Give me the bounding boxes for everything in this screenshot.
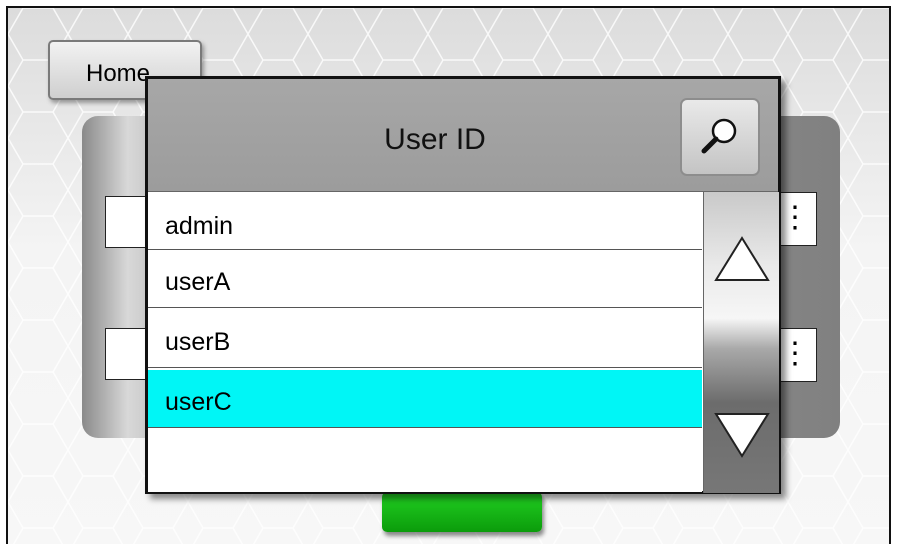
list-item-admin[interactable]: admin: [148, 192, 702, 250]
list-item-label: userB: [165, 328, 231, 356]
search-button[interactable]: [680, 98, 760, 176]
list-item-label: userA: [165, 268, 231, 296]
confirm-button[interactable]: [382, 492, 542, 532]
magnifier-icon: [701, 118, 737, 154]
dialog-title: User ID: [384, 123, 486, 156]
list-item-userc[interactable]: userC: [148, 370, 702, 428]
list-item-usera[interactable]: userA: [148, 250, 702, 308]
triangle-up-icon: [713, 236, 770, 281]
scroll-down-button[interactable]: [704, 390, 779, 480]
list-item-empty[interactable]: [148, 430, 702, 488]
user-list: admin userA userB userC: [148, 192, 702, 492]
list-scrollbar[interactable]: [703, 192, 779, 493]
scroll-up-button[interactable]: [704, 214, 779, 304]
list-item-label: admin: [165, 212, 234, 240]
triangle-down-icon: [713, 413, 770, 458]
home-button-label: Home: [86, 60, 151, 87]
dialog-header: User ID: [148, 79, 778, 192]
user-id-dialog: User ID admin userA userB userC: [145, 76, 781, 494]
list-item-label: userC: [165, 388, 232, 416]
list-item-userb[interactable]: userB: [148, 310, 702, 368]
hmi-screen: Home ⋮ ⋮ User ID admin userA userB userC: [6, 6, 891, 544]
